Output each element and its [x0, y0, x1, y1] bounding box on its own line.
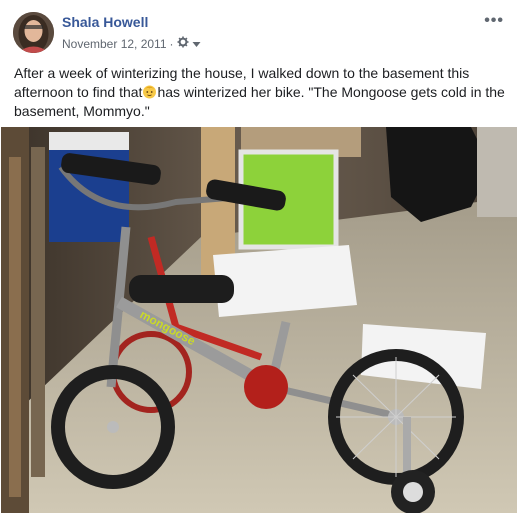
author-name[interactable]: Shala Howell [62, 14, 148, 30]
gear-icon[interactable] [177, 36, 189, 51]
post-photo[interactable]: mongoose [1, 127, 517, 513]
post-card: Shala Howell November 12, 2011 · ••• Aft… [0, 0, 518, 516]
avatar[interactable] [13, 12, 54, 53]
baby-face-emoji-icon [142, 84, 157, 99]
chevron-down-icon[interactable] [192, 37, 201, 51]
avatar-photo [13, 12, 54, 53]
post-date[interactable]: November 12, 2011 [62, 37, 167, 51]
post-meta: November 12, 2011 · [62, 36, 201, 51]
more-options-button[interactable]: ••• [484, 12, 504, 30]
post-text: After a week of winterizing the house, I… [14, 64, 509, 121]
date-separator: · [169, 36, 174, 51]
bike-photo: mongoose [1, 127, 517, 513]
